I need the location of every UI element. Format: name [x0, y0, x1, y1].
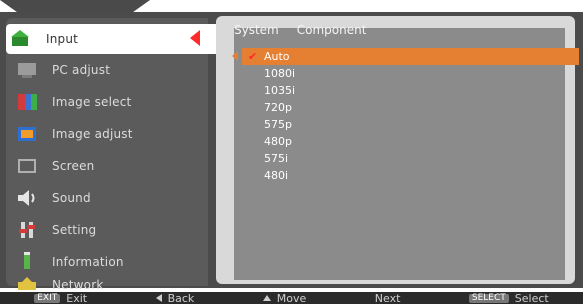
footer-move[interactable]: Move [262, 291, 307, 305]
information-icon [12, 251, 42, 273]
options-list: ✔ Auto 1080i 1035i 720p 575p 480p 575i 4… [232, 48, 579, 184]
option-1080i[interactable]: 1080i [242, 65, 565, 82]
option-1035i[interactable]: 1035i [242, 82, 565, 99]
active-indicator-icon [190, 30, 200, 46]
option-label: Auto [264, 50, 290, 63]
pc-adjust-icon [12, 59, 42, 81]
menu-item-image-select[interactable]: Image select [12, 88, 204, 116]
menu-panel: Input PC adjust Image select Image adjus… [0, 12, 583, 292]
option-label: 480p [264, 135, 292, 148]
next-label: Next [374, 291, 401, 305]
footer-back[interactable]: Back [155, 291, 195, 305]
option-480i[interactable]: 480i [242, 167, 565, 184]
option-label: 1080i [264, 67, 296, 80]
back-label: Back [167, 291, 195, 305]
menu-item-label: PC adjust [52, 63, 111, 77]
input-icon [6, 28, 36, 50]
exit-key: EXIT [34, 293, 61, 303]
option-label: 575i [264, 152, 289, 165]
select-key: SELECT [468, 293, 509, 303]
header-component: Component [296, 23, 367, 37]
menu-item-label: Network [52, 278, 104, 292]
exit-label: Exit [66, 291, 88, 305]
option-720p[interactable]: 720p [242, 99, 565, 116]
menu-item-screen[interactable]: Screen [12, 152, 204, 180]
menu-item-pc-adjust[interactable]: PC adjust [12, 56, 204, 84]
option-575i[interactable]: 575i [242, 150, 565, 167]
option-label: 575p [264, 118, 292, 131]
menu-item-label: Input [46, 32, 79, 46]
setting-icon [12, 219, 42, 241]
screen-icon [12, 155, 42, 177]
footer-next[interactable]: Next [375, 292, 401, 305]
menu-item-label: Setting [52, 223, 97, 237]
footer-exit[interactable]: EXIT Exit [34, 292, 87, 305]
select-label: Select [514, 291, 549, 305]
footer-select[interactable]: SELECT Select [468, 291, 549, 305]
check-icon: ✔ [248, 50, 258, 63]
sound-icon [12, 187, 42, 209]
option-label: 1035i [264, 84, 296, 97]
option-auto[interactable]: ✔ Auto [232, 48, 579, 65]
options-panel: System Component ✔ Auto 1080i 1035i 720p… [216, 16, 579, 284]
option-label: 720p [264, 101, 292, 114]
sidebar: Input PC adjust Image select Image adjus… [6, 18, 222, 292]
image-select-icon [12, 91, 42, 113]
option-label: 480i [264, 169, 289, 182]
option-480p[interactable]: 480p [242, 133, 565, 150]
menu-item-label: Screen [52, 159, 95, 173]
menu-item-setting[interactable]: Setting [12, 216, 204, 244]
menu-item-input[interactable]: Input [6, 24, 222, 54]
option-575p[interactable]: 575p [242, 116, 565, 133]
image-adjust-icon [12, 123, 42, 145]
menu-item-information[interactable]: Information [12, 248, 204, 276]
footer-bar: EXIT Exit Back Move Next SELECT Select [0, 291, 583, 305]
up-down-arrow-icon [262, 295, 271, 301]
menu-item-label: Sound [52, 191, 91, 205]
menu-item-label: Image adjust [52, 127, 133, 141]
menu-item-image-adjust[interactable]: Image adjust [12, 120, 204, 148]
menu-item-label: Information [52, 255, 124, 269]
menu-item-sound[interactable]: Sound [12, 184, 204, 212]
menu-item-label: Image select [52, 95, 132, 109]
move-label: Move [276, 291, 307, 305]
options-header: System Component [234, 20, 366, 40]
left-arrow-icon [155, 294, 162, 302]
header-system: System [234, 23, 279, 37]
options-area: System Component ✔ Auto 1080i 1035i 720p… [232, 23, 579, 280]
